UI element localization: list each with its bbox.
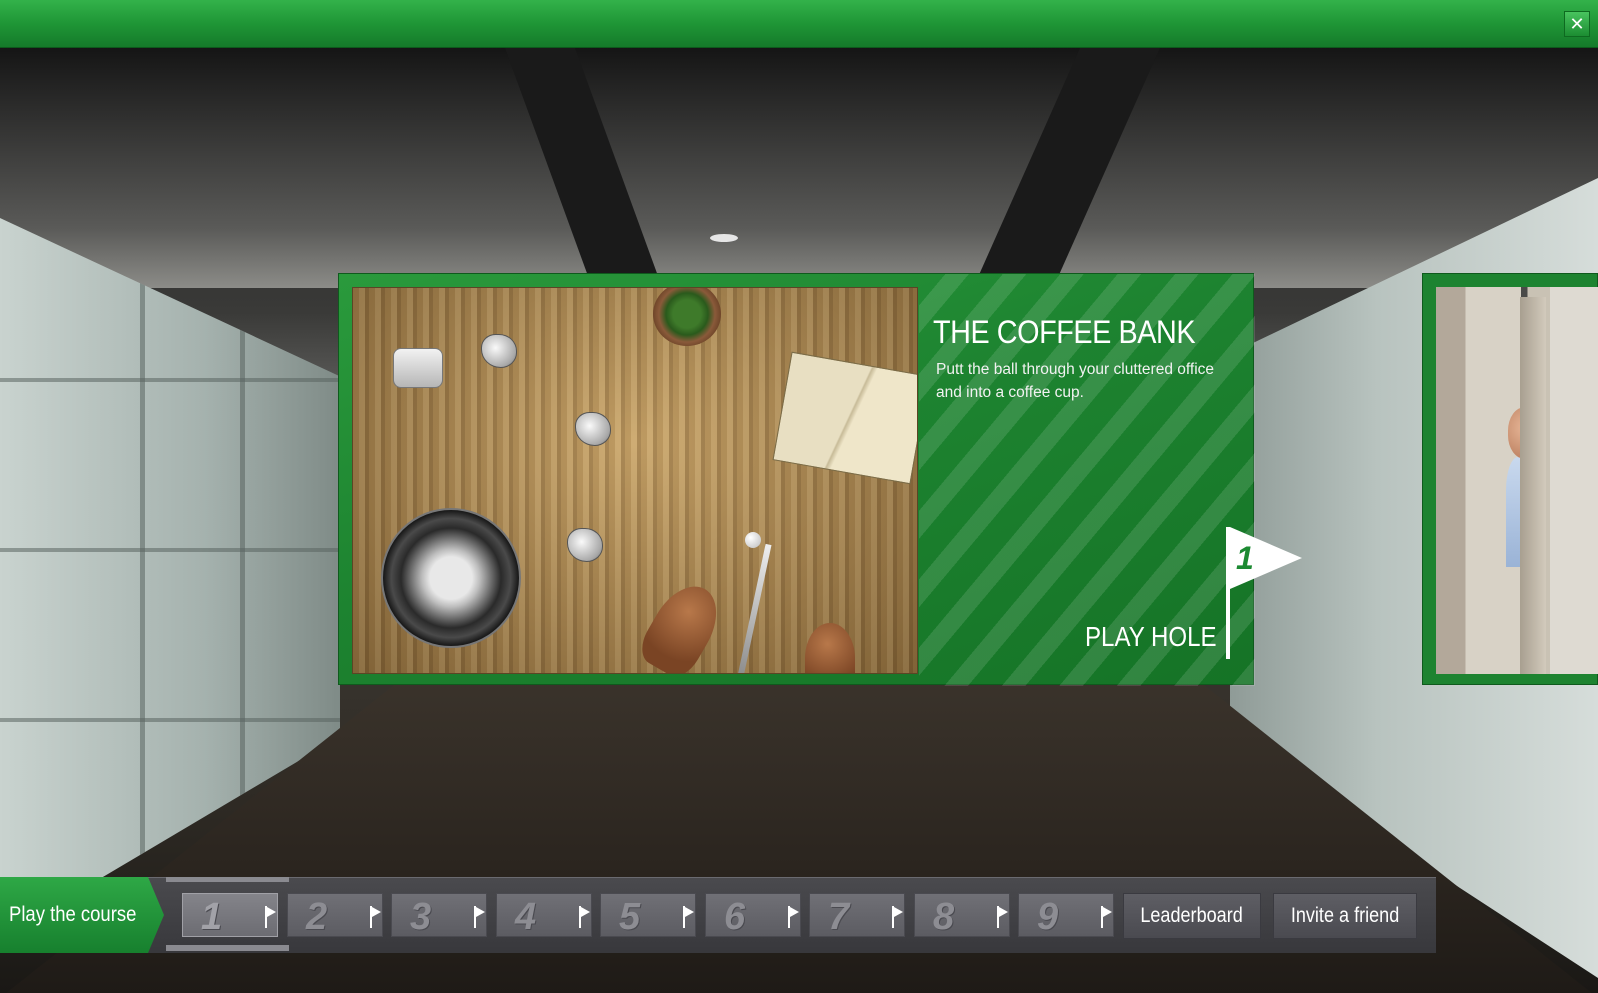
shredder-bin <box>381 508 521 648</box>
hole-button-3[interactable]: 3 <box>391 893 487 938</box>
hole-description: Putt the ball through your cluttered off… <box>936 361 1215 401</box>
close-button[interactable]: ✕ <box>1564 11 1590 37</box>
golf-ball <box>745 532 761 548</box>
course-navigation: Play the course 1 2 3 4 5 6 7 8 9 Leader… <box>0 877 1436 953</box>
invite-friend-button[interactable]: Invite a friend <box>1273 893 1417 939</box>
hole-number: 7 <box>828 896 850 938</box>
hole-button-2[interactable]: 2 <box>287 893 383 938</box>
selected-indicator-bottom <box>166 945 289 951</box>
hole-card: THE COFFEE BANK Putt the ball through yo… <box>338 273 1302 686</box>
hole-button-5[interactable]: 5 <box>600 893 696 938</box>
selected-indicator-top <box>166 877 289 882</box>
flag-icon <box>265 906 276 928</box>
flag-icon <box>997 906 1008 928</box>
hole-number: 9 <box>1037 896 1059 938</box>
hole-number: 2 <box>306 896 328 938</box>
hole-number: 3 <box>410 896 432 938</box>
title-bar: ✕ <box>0 0 1598 48</box>
hole-number: 8 <box>933 896 955 938</box>
ceiling <box>0 48 1598 288</box>
flag-icon <box>892 906 903 928</box>
crumpled-paper <box>575 412 611 446</box>
hole-button-4[interactable]: 4 <box>496 893 592 938</box>
flag-icon <box>788 906 799 928</box>
cubicle-partition <box>1520 297 1546 674</box>
flag-icon <box>1101 906 1112 928</box>
crumpled-paper <box>481 334 517 368</box>
hole-button-9[interactable]: 9 <box>1018 893 1114 938</box>
ceiling-light <box>710 234 738 242</box>
play-course-button[interactable]: Play the course <box>0 877 164 953</box>
leaderboard-label: Leaderboard <box>1140 904 1244 927</box>
next-hole-card[interactable] <box>1422 273 1598 685</box>
hole-number: 1 <box>201 896 223 938</box>
crumpled-paper <box>567 528 603 562</box>
flag-hole-number: 1 <box>1236 540 1254 576</box>
hole-number: 4 <box>515 896 537 938</box>
invite-friend-label: Invite a friend <box>1290 904 1400 927</box>
coffee-mug <box>393 348 443 388</box>
flag-icon <box>370 906 381 928</box>
leaderboard-button[interactable]: Leaderboard <box>1123 893 1261 939</box>
flag-icon <box>579 906 590 928</box>
play-course-label: Play the course <box>9 903 137 926</box>
hole-button-7[interactable]: 7 <box>809 893 905 938</box>
hole-preview-image <box>352 287 918 674</box>
hole-button-8[interactable]: 8 <box>914 893 1010 938</box>
close-icon: ✕ <box>1569 14 1585 34</box>
hole-button-1[interactable]: 1 <box>182 893 278 938</box>
play-hole-button[interactable]: PLAY HOLE <box>1085 621 1217 653</box>
next-hole-preview-image <box>1436 287 1598 674</box>
flag-icon <box>683 906 694 928</box>
hole-title: THE COFFEE BANK <box>933 314 1196 350</box>
hole-button-6[interactable]: 6 <box>705 893 801 938</box>
flag-icon <box>474 906 485 928</box>
hole-number: 5 <box>619 896 641 938</box>
hole-number: 6 <box>724 896 746 938</box>
